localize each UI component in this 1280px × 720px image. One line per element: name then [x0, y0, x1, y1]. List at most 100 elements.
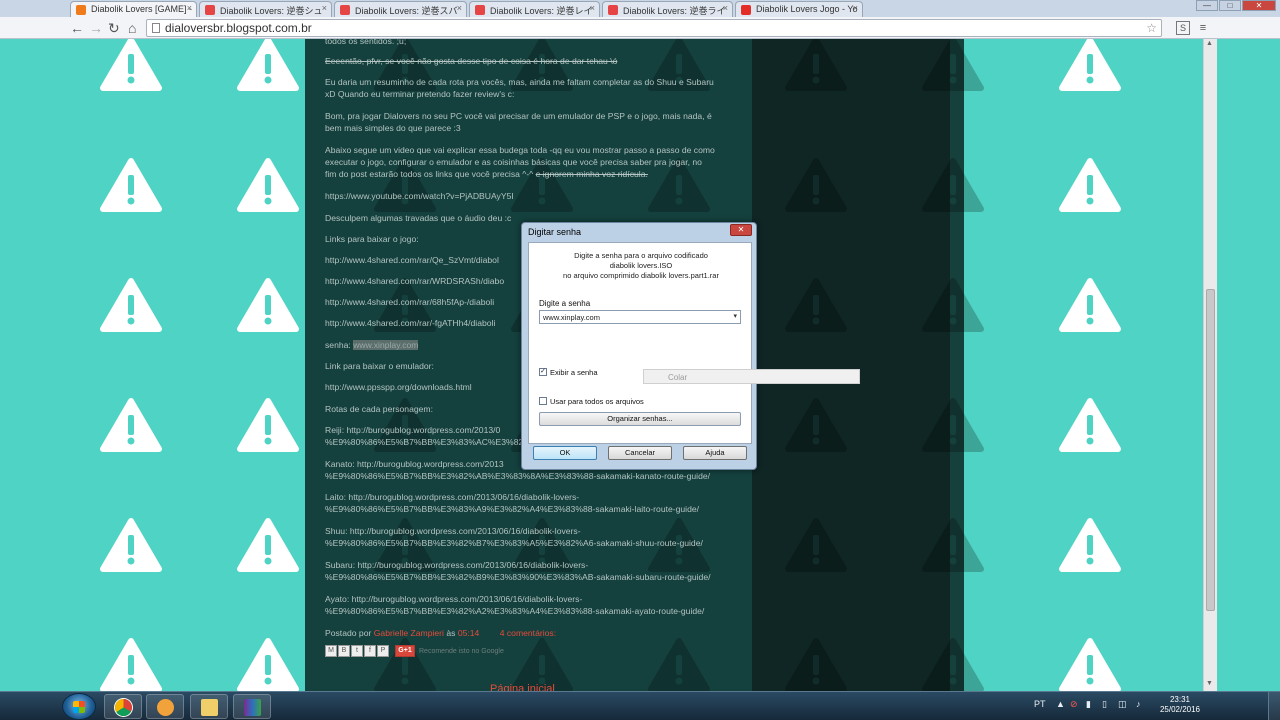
dropdown-arrow-icon[interactable]: ▾ — [733, 312, 737, 320]
tab-laito-route[interactable]: Diabolik Lovers: 逆巻ライ × — [602, 1, 733, 17]
show-password-checkbox[interactable]: ✓ — [539, 368, 547, 376]
warning-triangle-icon — [100, 278, 162, 332]
use-for-all-label[interactable]: Usar para todos os arquivos — [550, 397, 644, 406]
voice-note: e ignorem minha voz ridícula. — [535, 169, 648, 179]
tab-close-icon[interactable]: × — [853, 3, 858, 13]
emulator-link[interactable]: http://www.ppsspp.org/downloads.html — [325, 382, 472, 394]
taskbar-clock[interactable]: 23:31 25/02/2016 — [1154, 695, 1206, 715]
maximize-button[interactable]: □ — [1219, 0, 1241, 11]
address-bar[interactable]: dialoversbr.blogspot.com.br ☆ — [146, 19, 1162, 37]
home-page-link[interactable]: Página inicial — [490, 683, 555, 691]
home-button[interactable]: ⌂ — [128, 20, 136, 36]
show-desktop-button[interactable] — [1268, 692, 1280, 720]
post-time-link[interactable]: 05:14 — [458, 628, 480, 638]
scroll-thumb[interactable] — [1206, 289, 1215, 611]
facebook-share-button[interactable]: f — [364, 645, 376, 657]
post-line: Links para baixar o jogo: — [325, 234, 419, 244]
start-button[interactable] — [62, 693, 96, 720]
tab-diabolik-lovers-game[interactable]: Diabolik Lovers [GAME] - × — [70, 1, 197, 17]
taskbar-winrar[interactable] — [233, 694, 271, 719]
help-button[interactable]: Ajuda — [683, 446, 747, 460]
route-link[interactable]: Reiji: http://burogublog.wordpress.com/2… — [325, 425, 500, 437]
taskbar-hand-app[interactable] — [146, 694, 184, 719]
warning-triangle-icon — [100, 518, 162, 572]
show-password-label[interactable]: Exibir a senha — [550, 368, 598, 377]
context-menu-paste[interactable]: Colar — [643, 369, 860, 384]
email-share-button[interactable]: M — [325, 645, 337, 657]
antivirus-icon[interactable]: ⊘ — [1070, 699, 1078, 710]
tab-youtube[interactable]: Diabolik Lovers Jogo - Yo × — [735, 1, 863, 17]
reload-button[interactable]: ↻ — [108, 20, 120, 37]
password-combobox[interactable]: www.xinplay.com ▾ — [539, 310, 741, 324]
ok-button[interactable]: OK — [533, 446, 597, 460]
post-line: bem mais simples do que parece :3 — [325, 123, 461, 133]
cancel-button[interactable]: Cancelar — [608, 446, 672, 460]
tab-close-icon[interactable]: × — [723, 3, 728, 13]
warning-triangle-icon — [1059, 518, 1121, 572]
forward-button[interactable]: → — [89, 20, 103, 36]
use-for-all-checkbox[interactable] — [539, 397, 547, 405]
comments-link[interactable]: 4 comentários: — [500, 628, 556, 638]
wordpress-favicon-icon — [340, 5, 350, 15]
wordpress-favicon-icon — [608, 5, 618, 15]
route-link[interactable]: Ayato: http://burogublog.wordpress.com/2… — [325, 594, 582, 606]
bookmark-star-icon[interactable]: ☆ — [1146, 21, 1157, 35]
power-icon[interactable]: ▯ — [1102, 699, 1107, 710]
minimize-button[interactable]: — — [1196, 0, 1218, 11]
sidebar-edge — [950, 39, 964, 691]
menu-icon[interactable]: ≡ — [1196, 21, 1210, 35]
show-hidden-icons[interactable]: ▲ — [1056, 699, 1065, 709]
route-link[interactable]: Shuu: http://burogublog.wordpress.com/20… — [325, 526, 581, 538]
tab-title: Diabolik Lovers: 逆巻スバ — [355, 6, 458, 16]
sidebar-strip — [752, 39, 950, 691]
post-line-text: fim do post estarão todos os links que v… — [325, 169, 534, 179]
back-button[interactable]: ← — [70, 20, 84, 36]
monitor-icon[interactable]: ◫ — [1118, 699, 1127, 710]
google-plus-button[interactable]: G+1 — [395, 645, 415, 657]
volume-icon[interactable]: ♪ — [1136, 699, 1141, 709]
network-icon[interactable]: ▮ — [1086, 699, 1091, 710]
post-line: Bom, pra jogar Dialovers no seu PC você … — [325, 111, 712, 121]
taskbar-chrome[interactable] — [104, 694, 142, 719]
tab-shuu-route[interactable]: Diabolik Lovers: 逆巻シュ × — [199, 1, 332, 17]
download-link[interactable]: http://www.4shared.com/rar/-fgATHh4/diab… — [325, 318, 495, 330]
extension-icon[interactable]: S — [1176, 21, 1190, 35]
route-link[interactable]: Laito: http://burogublog.wordpress.com/2… — [325, 492, 579, 504]
scroll-down-icon[interactable]: ▼ — [1206, 680, 1213, 687]
tab-close-icon[interactable]: × — [187, 3, 192, 13]
route-link[interactable]: %E9%80%86%E5%B7%BB%E3%82%B7%E3%83%A5%E3%… — [325, 538, 703, 550]
post-line: Abaixo segue um video que vai explicar e… — [325, 145, 715, 155]
route-link[interactable]: Kanato: http://burogublog.wordpress.com/… — [325, 459, 504, 471]
youtube-link[interactable]: https://www.youtube.com/watch?v=PjADBUAy… — [325, 191, 514, 203]
tab-close-icon[interactable]: × — [457, 3, 462, 13]
language-indicator[interactable]: PT — [1034, 699, 1046, 709]
at-label: às — [446, 628, 456, 638]
route-link[interactable]: Subaru: http://burogublog.wordpress.com/… — [325, 560, 588, 572]
blog-share-button[interactable]: B — [338, 645, 350, 657]
download-link[interactable]: http://www.4shared.com/rar/WRDSRASh/diab… — [325, 276, 504, 288]
page-scrollbar[interactable]: ▲ ▼ — [1203, 39, 1217, 691]
password-field-label: Digite a senha — [539, 299, 591, 308]
close-window-button[interactable]: ✕ — [1242, 0, 1276, 11]
route-link[interactable]: %E9%80%86%E5%B7%BB%E3%83%A9%E3%82%A4%E3%… — [325, 504, 699, 516]
folder-icon — [201, 699, 218, 716]
scroll-up-icon[interactable]: ▲ — [1206, 40, 1213, 47]
download-link[interactable]: http://www.4shared.com/rar/68h5fAp-/diab… — [325, 297, 494, 309]
organize-passwords-button[interactable]: Organizar senhas... — [539, 412, 741, 426]
password-highlight[interactable]: www.xinplay.com — [353, 340, 419, 350]
tab-subaru-route[interactable]: Diabolik Lovers: 逆巻スバ × — [334, 1, 467, 17]
dialog-close-button[interactable]: ✕ — [730, 224, 752, 236]
warning-triangle-icon — [1059, 158, 1121, 212]
author-link[interactable]: Gabrielle Zampieri — [374, 628, 444, 638]
route-link[interactable]: %E9%80%86%E5%B7%BB%E3%82%AB%E3%83%8A%E3%… — [325, 471, 710, 483]
twitter-share-button[interactable]: t — [351, 645, 363, 657]
download-link[interactable]: http://www.4shared.com/rar/Qe_SzVmt/diab… — [325, 255, 499, 267]
tab-close-icon[interactable]: × — [590, 3, 595, 13]
dialog-body: Digite a senha para o arquivo codificado… — [528, 242, 752, 444]
pinterest-share-button[interactable]: P — [377, 645, 389, 657]
route-link[interactable]: %E9%80%86%E5%B7%BB%E3%82%B9%E3%83%90%E3%… — [325, 572, 711, 584]
taskbar-explorer[interactable] — [190, 694, 228, 719]
tab-close-icon[interactable]: × — [322, 3, 327, 13]
route-link[interactable]: %E9%80%86%E5%B7%BB%E3%82%A2%E3%83%A4%E3%… — [325, 606, 704, 618]
tab-reiji-route[interactable]: Diabolik Lovers: 逆巻レイ × — [469, 1, 600, 17]
